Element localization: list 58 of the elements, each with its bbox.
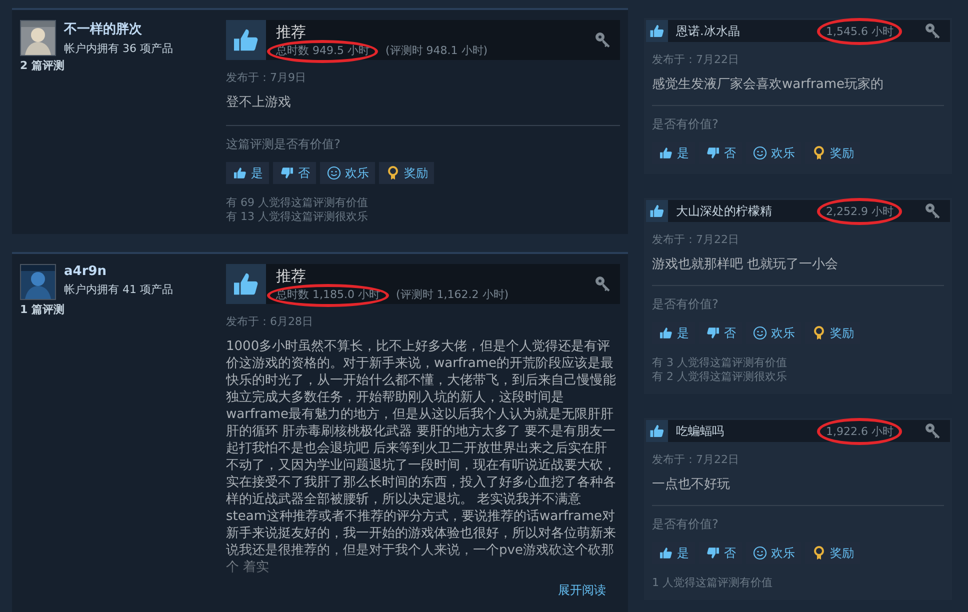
thumbs-up-icon — [232, 165, 248, 181]
total-hours: 1,545.6 小时 — [826, 24, 894, 38]
medal-icon — [811, 145, 827, 161]
smiley-icon — [752, 145, 768, 161]
thumbs-up-icon — [658, 545, 674, 561]
helpful-count: 1 人觉得这篇评测有价值 — [652, 576, 774, 590]
helpful-count: 有 69 人觉得这篇评测有价值 — [226, 196, 369, 210]
total-hours: 2,252.9 小时 — [826, 204, 894, 218]
helpful-count: 有 3 人觉得这篇评测有价值 — [652, 356, 788, 370]
review-text: 感觉生发液厂家会喜欢warframe玩家的 — [652, 76, 884, 93]
products-owned: 帐户内拥有 36 项产品 — [64, 41, 173, 56]
funny-button[interactable]: 欢乐 — [320, 162, 375, 184]
thumbs-down-icon — [705, 545, 721, 561]
medal-icon — [385, 165, 401, 181]
post-date: 发布于：6月28日 — [226, 314, 314, 329]
smiley-icon — [752, 325, 768, 341]
helpful-count: 有 2 人觉得这篇评测很欢乐 — [652, 370, 788, 384]
review-text: 一点也不好玩 — [652, 476, 731, 493]
author-name[interactable]: a4r9n — [64, 264, 173, 279]
post-date: 发布于：7月22日 — [652, 52, 740, 67]
author-name[interactable]: 恩诺.冰水晶 — [676, 22, 816, 40]
review-hours: (评测时 1,162.2 小时) — [396, 286, 509, 302]
helpful-count: 有 13 人觉得这篇评测很欢乐 — [226, 210, 369, 224]
verdict-title: 推荐 — [276, 22, 307, 40]
medal-icon — [811, 545, 827, 561]
author-name[interactable]: 吃蝙蝠吗 — [676, 422, 816, 440]
key-icon — [594, 31, 612, 49]
medal-icon — [811, 325, 827, 341]
helpful-prompt: 是否有价值? — [652, 116, 720, 133]
review-text: 1000多小时虽然不算长，比不上好多大佬，但是个人觉得还是有评价这游戏的资格的。对于新手来说，warframe的开荒阶段应该是最快乐的时光了，从一开始什么都不懂，大佬带飞，到后来自己慢慢能独立完成大多数任务，开始帮助刚入坑的新人，这段时间是warframe最有魅力的地方，但是从这以后我个人认为就是无限肝肝肝的循环 肝赤毒刷核桃极化武器 要肝的地方太多了 要不是有朋友一起打我怕不是也会退坑吧 后来等到火卫二开放世界出来之后实在肝不动了，又因为学业问题退坑了一段时间，现在有听说近战要大砍，实在接受不了我肝了那么长时间的东西，投入了好多心血挖了各种各样的近战武器全部被腰斩，所以决定退坑。 老实说我并不满意steam这种推荐或者不推荐的评分方式，要说推荐的话warframe对新手来说挺友好的，我一开始的游戏体验也很好，所以对各位萌新来说我还是很推荐的，但是对于我个人来说，一个pve游戏砍这个砍那个 着实 — [226, 338, 617, 576]
helpful-prompt: 这篇评测是否有价值? — [226, 136, 342, 153]
helpful-prompt: 是否有价值? — [652, 296, 720, 313]
review-text: 游戏也就那样吧 也就玩了一小会 — [652, 256, 840, 273]
review-count[interactable]: 2 篇评测 — [20, 58, 226, 73]
review-hours: (评测时 948.1 小时) — [385, 42, 488, 58]
products-owned: 帐户内拥有 41 项产品 — [64, 282, 173, 297]
key-icon — [594, 275, 612, 293]
author-name[interactable]: 不一样的胖次 — [64, 20, 173, 38]
thumbs-down-icon — [705, 325, 721, 341]
yes-button[interactable]: 是 — [226, 162, 269, 184]
thumbs-down-icon — [705, 145, 721, 161]
post-date: 发布于：7月9日 — [226, 70, 307, 85]
smiley-icon — [326, 165, 342, 181]
read-more-link[interactable]: 展开阅读 — [558, 582, 606, 599]
review-text: 登不上游戏 — [226, 94, 292, 111]
helpful-prompt: 是否有价值? — [652, 516, 720, 533]
thumbs-up-icon — [658, 145, 674, 161]
verdict-title: 推荐 — [276, 266, 307, 284]
post-date: 发布于：7月22日 — [652, 232, 740, 247]
review-count[interactable]: 1 篇评测 — [20, 302, 226, 317]
author-name[interactable]: 大山深处的柠檬精 — [676, 202, 816, 220]
award-button[interactable]: 奖励 — [379, 162, 434, 184]
smiley-icon — [752, 545, 768, 561]
thumbs-down-icon — [279, 165, 295, 181]
thumbs-up-icon — [658, 325, 674, 341]
post-date: 发布于：7月22日 — [652, 452, 740, 467]
total-hours: 1,922.6 小时 — [826, 424, 894, 438]
no-button[interactable]: 否 — [273, 162, 316, 184]
